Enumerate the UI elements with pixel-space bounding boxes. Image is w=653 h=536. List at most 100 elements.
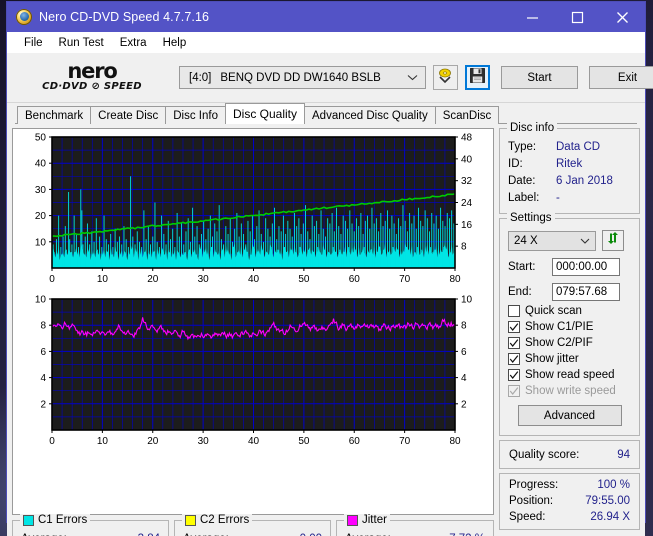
c1-average-label: Average: [21, 532, 67, 536]
chevron-down-icon [407, 67, 418, 88]
svg-text:40: 40 [248, 436, 260, 447]
svg-text:50: 50 [298, 274, 310, 285]
c1-errors-title: C1 Errors [38, 514, 88, 526]
workspace: 10 20 30 40 50 8 16 24 32 40 48 0 10 20 30 40 50 60 70 80 2 4… [7, 122, 645, 536]
svg-text:30: 30 [198, 274, 210, 285]
position-label: Position: [509, 495, 554, 507]
c1-average-value: 3.84 [138, 532, 160, 536]
end-field-row: End: 079:57.68 [508, 283, 631, 301]
svg-text:32: 32 [461, 176, 473, 187]
c2-color-swatch [185, 514, 196, 526]
end-input[interactable]: 079:57.68 [552, 283, 620, 301]
save-button[interactable] [465, 65, 490, 90]
checkbox-show-write-speed: Show write speed [508, 385, 631, 397]
drive-name: BENQ DVD DD DW1640 BSLB [220, 71, 381, 84]
checkbox-show-c1-pie-label: Show C1/PIE [525, 321, 594, 333]
checkbox-show-write-speed-label: Show write speed [525, 385, 616, 397]
tab-strip: Benchmark Create Disc Disc Info Disc Qua… [7, 103, 645, 124]
tab-disc-quality[interactable]: Disc Quality [225, 103, 306, 124]
disc-date-label: Date: [508, 175, 536, 187]
drive-select[interactable]: [4:0] BENQ DVD DD DW1640 BSLB [179, 66, 426, 89]
tab-disc-info[interactable]: Disc Info [165, 106, 226, 124]
tab-benchmark[interactable]: Benchmark [17, 106, 92, 124]
checkbox-checked-disabled-icon [508, 385, 520, 397]
application-window: Nero CD-DVD Speed 4.7.7.16 File Run Test… [6, 1, 653, 536]
disc-id-row: ID: Ritek [508, 156, 631, 173]
quality-score-label: Quality score: [509, 448, 580, 461]
settings-body: 24 X Start: 000:00.00 End: 079:57.68 Qui… [500, 219, 639, 435]
svg-text:10: 10 [35, 237, 47, 248]
checkbox-quick-scan[interactable]: Quick scan [508, 305, 631, 317]
checkbox-show-c2-pif[interactable]: Show C2/PIF [508, 337, 631, 349]
svg-text:10: 10 [97, 274, 109, 285]
start-button[interactable]: Start [501, 66, 578, 89]
checkbox-show-read-speed-label: Show read speed [525, 369, 615, 381]
svg-text:24: 24 [461, 198, 473, 209]
disc-info-box: Disc info Type: Data CD ID: Ritek Date: … [499, 122, 640, 214]
jitter-average-row: Average: 7.72 % [345, 532, 485, 536]
svg-text:2: 2 [461, 399, 467, 410]
window-title: Nero CD-DVD Speed 4.7.7.16 [39, 10, 210, 24]
speed-select[interactable]: 24 X [508, 230, 596, 251]
disc-type-label: Type: [508, 141, 537, 153]
svg-text:8: 8 [461, 242, 467, 253]
start-input[interactable]: 000:00.00 [552, 258, 620, 276]
title-bar: Nero CD-DVD Speed 4.7.7.16 [7, 2, 645, 32]
chevron-down-icon [580, 232, 590, 250]
disc-date-value: 6 Jan 2018 [556, 175, 613, 187]
settings-box: Settings 24 X Start: 000:00.00 End: 079:… [499, 212, 640, 436]
svg-text:70: 70 [399, 436, 411, 447]
position-value: 79:55.00 [585, 495, 630, 507]
exit-button[interactable]: Exit [589, 66, 653, 89]
svg-text:8: 8 [461, 321, 467, 332]
jitter-box: Jitter Average: 7.72 % Maximum: 9.0 % [336, 514, 494, 536]
tab-create-disc[interactable]: Create Disc [90, 106, 167, 124]
jitter-legend: Jitter [344, 514, 390, 526]
menu-item-extra[interactable]: Extra [112, 35, 155, 51]
menu-item-run-test[interactable]: Run Test [51, 35, 112, 51]
svg-text:0: 0 [49, 436, 55, 447]
end-label: End: [508, 286, 532, 298]
checkbox-show-c2-pif-label: Show C2/PIF [525, 337, 593, 349]
jitter-title: Jitter [362, 514, 387, 526]
checkbox-quick-scan-label: Quick scan [525, 305, 582, 317]
checkbox-checked-icon [508, 353, 520, 365]
eject-disc-icon [437, 67, 454, 89]
svg-text:48: 48 [461, 133, 473, 144]
checkbox-checked-icon [508, 337, 520, 349]
svg-text:16: 16 [461, 220, 473, 231]
charts-column: 10 20 30 40 50 8 16 24 32 40 48 0 10 20 30 40 50 60 70 80 2 4… [12, 128, 494, 536]
tab-advanced-disc-quality[interactable]: Advanced Disc Quality [304, 106, 436, 124]
disc-date-row: Date: 6 Jan 2018 [508, 173, 631, 190]
c1-errors-legend: C1 Errors [20, 514, 91, 526]
svg-text:20: 20 [35, 211, 47, 222]
maximize-button[interactable] [555, 2, 600, 32]
speed-select-value: 24 X [514, 234, 538, 247]
nero-logo-tagline: CD·DVD ⊘ SPEED [42, 81, 142, 92]
checkbox-show-jitter[interactable]: Show jitter [508, 353, 631, 365]
start-field-row: Start: 000:00.00 [508, 258, 631, 276]
svg-text:40: 40 [461, 154, 473, 165]
checkbox-checked-icon [508, 321, 520, 333]
position-row: Position: 79:55.00 [509, 493, 630, 509]
advanced-button[interactable]: Advanced [517, 405, 622, 426]
disc-quality-charts: 10 20 30 40 50 8 16 24 32 40 48 0 10 20 30 40 50 60 70 80 2 4… [12, 128, 494, 515]
c2-errors-title: C2 Errors [200, 514, 250, 526]
svg-text:10: 10 [97, 436, 109, 447]
close-button[interactable] [600, 2, 645, 32]
c2-average-label: Average: [183, 532, 229, 536]
menu-item-file[interactable]: File [16, 35, 51, 51]
svg-text:6: 6 [461, 347, 467, 358]
menu-item-help[interactable]: Help [155, 35, 195, 51]
checkbox-show-read-speed[interactable]: Show read speed [508, 369, 631, 381]
speed-row: 24 X [508, 230, 631, 251]
minimize-button[interactable] [510, 2, 555, 32]
svg-text:40: 40 [35, 159, 47, 170]
tab-scandisc[interactable]: ScanDisc [434, 106, 500, 124]
checkbox-show-c1-pie[interactable]: Show C1/PIE [508, 321, 631, 333]
refresh-button[interactable] [602, 230, 624, 251]
eject-disc-button[interactable] [433, 65, 458, 90]
disc-info-rows: Type: Data CD ID: Ritek Date: 6 Jan 2018… [500, 129, 639, 213]
checkbox-icon [508, 305, 520, 317]
disc-type-row: Type: Data CD [508, 139, 631, 156]
